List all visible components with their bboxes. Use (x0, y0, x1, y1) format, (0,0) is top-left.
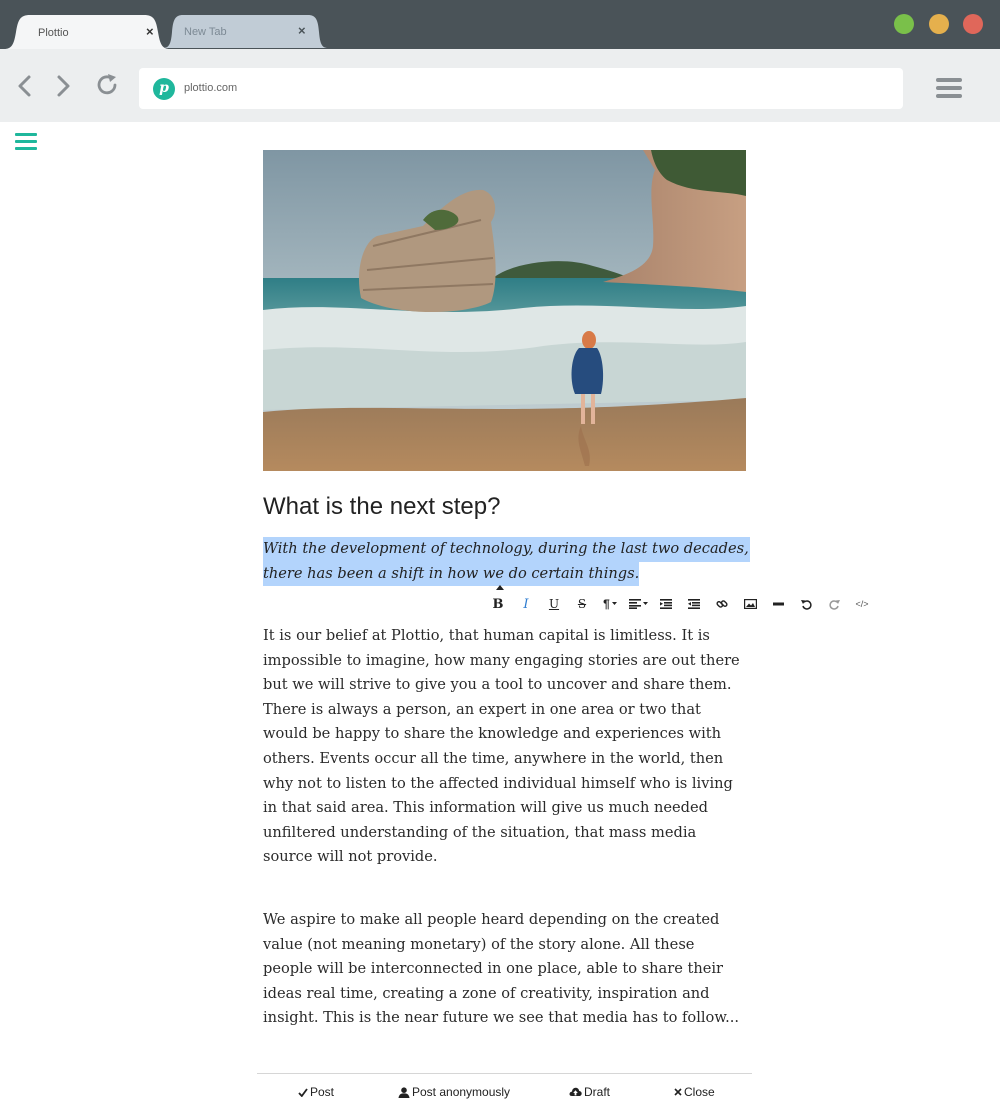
underline-icon: U (548, 597, 560, 611)
outdent-icon (688, 599, 700, 609)
address-bar[interactable]: p plottio.com (139, 68, 903, 109)
align-left-icon (628, 599, 641, 609)
body-paragraph-2[interactable]: We aspire to make all people heard depen… (263, 908, 753, 1031)
redo-icon (828, 599, 840, 610)
close-editor-button[interactable]: Close (674, 1085, 715, 1099)
window-minimize-button[interactable] (929, 14, 949, 34)
indent-button[interactable] (653, 594, 679, 614)
browser-toolbar: p plottio.com (0, 49, 1000, 122)
outdent-button[interactable] (681, 594, 707, 614)
app-menu-button[interactable] (15, 133, 37, 151)
align-button[interactable] (625, 594, 651, 614)
post-anonymously-button[interactable]: Post anonymously (398, 1085, 510, 1099)
beach-photo (263, 150, 746, 471)
hamburger-menu-icon (936, 78, 962, 82)
undo-button[interactable] (793, 594, 819, 614)
forward-button[interactable] (51, 73, 75, 99)
text-line: people will be interconnected in one pla… (263, 960, 724, 978)
body-paragraph-1[interactable]: It is our belief at Plottio, that human … (263, 624, 753, 870)
redo-button[interactable] (821, 594, 847, 614)
window-close-button[interactable] (963, 14, 983, 34)
horizontal-rule-button[interactable] (765, 594, 791, 614)
source-code-button[interactable]: </> (849, 594, 875, 614)
cloud-upload-icon (569, 1087, 582, 1096)
chevron-right-icon (57, 75, 70, 97)
image-icon (743, 599, 757, 609)
dropdown-caret-icon (642, 602, 648, 605)
lead-line: With the development of technology, duri… (263, 537, 750, 562)
paragraph-button[interactable]: ¶ (597, 594, 623, 614)
close-icon (674, 1088, 682, 1096)
tab-close-icon[interactable]: × (146, 24, 154, 40)
strikethrough-button[interactable]: S (569, 594, 595, 614)
post-button[interactable]: Post (298, 1085, 334, 1099)
text-line: source will not provide. (263, 848, 438, 866)
text-line: We aspire to make all people heard depen… (263, 911, 720, 928)
text-line: It is our belief at Plottio, that human … (263, 627, 710, 644)
text-line: value (not meaning monetary) of the stor… (263, 935, 695, 953)
text-line: There is always a person, an expert in o… (263, 700, 701, 718)
italic-icon: I (523, 596, 529, 612)
draft-label: Draft (584, 1085, 611, 1099)
italic-button[interactable]: I (513, 594, 539, 614)
text-line: why not to listen to the affected indivi… (263, 774, 733, 792)
text-line: impossible to imagine, how many engaging… (263, 651, 740, 669)
draft-button[interactable]: Draft (569, 1085, 610, 1099)
lead-line: there has been a shift in how we do cert… (263, 561, 640, 586)
tab-close-icon[interactable]: × (298, 23, 306, 39)
underline-button[interactable]: U (541, 594, 567, 614)
text-line: would be happy to share the knowledge an… (263, 725, 722, 743)
strikethrough-icon: S (577, 597, 587, 611)
browser-menu-button[interactable] (936, 78, 962, 100)
dropdown-caret-icon (611, 602, 617, 605)
link-button[interactable] (709, 594, 735, 614)
tab-plottio[interactable]: Plottio × (4, 14, 170, 49)
reload-icon (97, 74, 117, 95)
indent-icon (660, 599, 672, 609)
window-maximize-button[interactable] (894, 14, 914, 34)
reload-button[interactable] (94, 72, 118, 98)
bold-icon: B (492, 596, 504, 612)
undo-icon (800, 599, 812, 610)
cover-image (263, 150, 746, 471)
close-label: Close (684, 1085, 715, 1099)
user-icon (398, 1086, 410, 1098)
horizontal-rule-icon (772, 602, 784, 606)
paragraph-icon: ¶ (603, 597, 610, 611)
post-label: Post (310, 1085, 335, 1099)
url-text: plottio.com (184, 82, 238, 94)
image-button[interactable] (737, 594, 763, 614)
toolbar-pointer-icon (496, 585, 504, 590)
bold-button[interactable]: B (485, 594, 511, 614)
actions-divider (257, 1073, 752, 1074)
hamburger-icon (15, 133, 37, 136)
text-line: insight. This is the near future we see … (263, 1009, 739, 1027)
link-icon (716, 600, 728, 608)
plottio-logo-icon: p (153, 78, 175, 100)
code-icon: </> (855, 599, 869, 609)
back-button[interactable] (13, 73, 37, 99)
text-line: in that said area. This information will… (263, 799, 708, 817)
text-line: others. Events occur all the time, anywh… (263, 749, 724, 767)
lead-paragraph-selected[interactable]: With the development of technology, duri… (263, 537, 783, 586)
text-line: but we will strive to give you a tool to… (263, 676, 732, 694)
text-line: ideas real time, creating a zone of crea… (263, 984, 710, 1002)
tab-title: New Tab (184, 26, 227, 38)
post-title[interactable]: What is the next step? (263, 493, 500, 521)
tab-title: Plottio (38, 27, 69, 39)
post-anonymously-label: Post anonymously (412, 1085, 511, 1099)
check-icon (298, 1087, 308, 1097)
text-line: unfiltered understanding of the situatio… (263, 823, 697, 841)
chevron-left-icon (18, 75, 31, 97)
tab-new-tab[interactable]: New Tab × (163, 14, 328, 49)
browser-titlebar: Plottio × New Tab × (0, 0, 1000, 49)
